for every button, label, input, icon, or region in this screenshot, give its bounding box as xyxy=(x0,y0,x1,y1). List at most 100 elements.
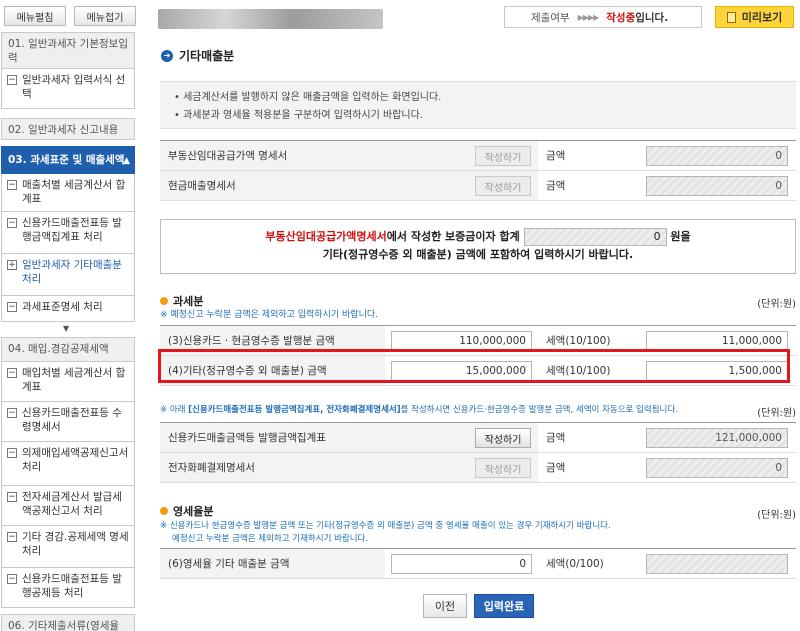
status-suffix: 입니다. xyxy=(635,11,669,24)
document-icon xyxy=(726,11,736,23)
expand-menu-button[interactable]: 메뉴펼침 xyxy=(4,6,66,26)
collapse-menu-button[interactable]: 메뉴접기 xyxy=(74,6,136,26)
sidebar-section-label: 02. 일반과세자 신고내용 xyxy=(8,124,119,136)
amount-label: 금액 xyxy=(546,150,566,162)
e-money-amount-field: 0 xyxy=(646,458,788,478)
table-row: 전자화폐결제명세서 작성하기 금액 0 xyxy=(160,453,796,483)
redacted-title xyxy=(158,9,383,29)
sidebar-section-label: 06. 기타제출서류(영세율 xyxy=(8,620,120,631)
amount-label: 금액 xyxy=(546,180,566,192)
unit-label: (단위:원) xyxy=(757,299,796,310)
page-title-text: 기타매출분 xyxy=(179,49,235,63)
sidebar-item-tax-base-detail[interactable]: − 과세표준명세 처리 xyxy=(1,296,135,322)
scroll-down-arrow-icon[interactable]: ▼ xyxy=(63,324,69,333)
plus-box-icon: + xyxy=(7,260,17,270)
preview-button[interactable]: 미리보기 xyxy=(715,6,794,28)
card-sales-amount-field[interactable]: 110,000,000 xyxy=(391,331,532,351)
cash-write-button[interactable]: 작성하기 xyxy=(475,176,531,196)
minus-box-icon: − xyxy=(7,75,17,85)
card-sales-tax-field[interactable]: 11,000,000 xyxy=(646,331,788,351)
sidebar-item-label: 매입처별 세금계산서 합계표 xyxy=(22,367,126,393)
card-summary-write-button[interactable]: 작성하기 xyxy=(475,428,531,448)
table-row: 신용카드매출금액등 발행금액집계표 작성하기 금액 121,000,000 xyxy=(160,423,796,453)
sidebar-item-sales-invoice-summary[interactable]: − 매출처별 세금계산서 합계표 xyxy=(1,174,135,212)
zero-rate-tax-field xyxy=(646,554,788,574)
unit-label: (단위:원) xyxy=(757,408,796,419)
table-row: 현금매출명세서 작성하기 금액 0 xyxy=(160,171,796,201)
unit-label: (단위:원) xyxy=(757,510,796,521)
sidebar-item-input-form-select[interactable]: − 일반과세자 입력서식 선택 xyxy=(1,69,135,109)
sidebar-section-report-content[interactable]: 02. 일반과세자 신고내용 xyxy=(1,118,135,140)
table-row: (6)영세율 기타 매출분 금액 0 세액(0/100) xyxy=(160,549,796,579)
note-suffix: 를 작성하시면 신용카드·현금영수증 발행분 금액, 세액이 자동으로 입력됩니… xyxy=(400,405,678,415)
info-text-1: 에서 작성한 보증금이자 합계 xyxy=(386,230,520,243)
minus-box-icon: − xyxy=(7,448,17,458)
zero-rate-title: 영세율분 xyxy=(173,505,214,518)
sidebar-item-other-sales[interactable]: + 일반과세자 기타매출분 처리 xyxy=(1,254,135,296)
e-money-write-button[interactable]: 작성하기 xyxy=(475,458,531,478)
card-section-note: ※ 아래 [신용카드매출전표등 발행금액집계표, 전자화폐결제명세서]를 작성하… xyxy=(160,404,720,417)
bullet-icon xyxy=(160,507,168,515)
minus-box-icon: − xyxy=(7,574,17,584)
notice-line-1: • 세금계산서를 발행하지 않은 매출금액을 입력하는 화면입니다. xyxy=(174,92,442,103)
sidebar-item-card-receipt-statement[interactable]: − 신용카드매출전표등 수령명세서 xyxy=(1,402,135,442)
submission-status: 제출여부 ▶▶▶▶ 작성중 입니다. xyxy=(504,6,702,28)
prev-button[interactable]: 이전 xyxy=(423,594,467,618)
sidebar-section-purchase-deduction[interactable]: 04. 매입.경감공제세액 xyxy=(1,337,135,362)
page-title: ➜ 기타매출분 xyxy=(161,47,234,64)
preview-label: 미리보기 xyxy=(741,11,783,24)
sidebar: 메뉴펼침 메뉴접기 01. 일반과세자 기본정보입력 − 일반과세자 입력서식 선… xyxy=(0,0,137,631)
zero-rate-note: ※ 신용카드나 현금영수증 발행분 금액 또는 기타(정규영수증 외 매출분) … xyxy=(160,520,720,546)
sidebar-section-tax-base[interactable]: 03. 과세표준 및 매출세액 ▲ xyxy=(1,146,135,174)
minus-box-icon: − xyxy=(7,180,17,190)
sidebar-section-basic-info[interactable]: 01. 일반과세자 기본정보입력 xyxy=(1,32,135,69)
sidebar-item-label: 신용카드매출전표등 수령명세서 xyxy=(22,407,122,433)
sidebar-item-label: 의제매입세액공제신고서 처리 xyxy=(22,447,129,473)
sidebar-item-label: 일반과세자 기타매출분 처리 xyxy=(22,259,122,285)
sidebar-item-label: 전자세금계산서 발급세액공제신고서 처리 xyxy=(22,491,122,517)
sidebar-item-purchase-invoice-summary[interactable]: − 매입처별 세금계산서 합계표 xyxy=(1,362,135,402)
amount-label: 금액 xyxy=(546,432,566,444)
sidebar-item-card-issue-deduction[interactable]: − 신용카드매출전표등 발행공제등 처리 xyxy=(1,568,135,608)
zero-rate-amount-field[interactable]: 0 xyxy=(391,554,532,574)
deposit-interest-field: 0 xyxy=(523,228,667,246)
complete-button[interactable]: 입력완료 xyxy=(474,594,534,618)
minus-box-icon: − xyxy=(7,218,17,228)
minus-box-icon: − xyxy=(7,368,17,378)
minus-box-icon: − xyxy=(7,302,17,312)
sidebar-item-label: 신용카드매출전표등 발행금액집계표 처리 xyxy=(22,217,122,243)
sidebar-section-label: 03. 과세표준 및 매출세액 xyxy=(8,154,125,166)
amount-label: 금액 xyxy=(546,462,566,474)
sidebar-section-other-docs[interactable]: 06. 기타제출서류(영세율 xyxy=(1,614,135,631)
rental-write-button[interactable]: 작성하기 xyxy=(475,146,531,166)
notice-line-2: • 과세분과 영세율 적용분을 구분하여 입력하시기 바랍니다. xyxy=(174,110,423,121)
status-value: 작성중 xyxy=(606,11,636,24)
sidebar-buttons: 메뉴펼침 메뉴접기 xyxy=(4,6,136,26)
minus-box-icon: − xyxy=(7,408,17,418)
sidebar-item-deemed-purchase[interactable]: − 의제매입세액공제신고서 처리 xyxy=(1,442,135,486)
bullet-icon xyxy=(160,297,168,305)
minus-box-icon: − xyxy=(7,532,17,542)
sidebar-section-label: 01. 일반과세자 기본정보입력 xyxy=(8,38,128,64)
sidebar-item-label: 일반과세자 입력서식 선택 xyxy=(22,74,126,100)
table-row: 부동산임대공급가액 명세서 작성하기 금액 0 xyxy=(160,141,796,171)
sidebar-section-label: 04. 매입.경감공제세액 xyxy=(8,343,109,355)
chevron-up-icon: ▲ xyxy=(123,156,130,166)
zero-rate-heading: 영세율분 xyxy=(160,503,213,519)
taxable-note: ※ 예정신고 누락분 금액은 제외하고 입력하시기 바랍니다. xyxy=(160,310,379,320)
zero-rate-table: (6)영세율 기타 매출분 금액 0 세액(0/100) xyxy=(160,548,796,579)
tax-label: 세액(0/100) xyxy=(546,558,604,570)
sidebar-item-e-invoice-deduction[interactable]: − 전자세금계산서 발급세액공제신고서 처리 xyxy=(1,486,135,526)
info-line-2: 기타(정규영수증 외 매출분) 금액에 포함하여 입력하시기 바랍니다. xyxy=(322,248,634,261)
sidebar-item-label: 기타 경감.공제세액 명세 처리 xyxy=(22,531,129,557)
sidebar-item-other-deduction[interactable]: − 기타 경감.공제세액 명세 처리 xyxy=(1,526,135,568)
zero-rate-note-2: 예정신고 누락분 금액은 제외하고 기재하시기 바랍니다. xyxy=(172,534,369,544)
card-table: 신용카드매출금액등 발행금액집계표 작성하기 금액 121,000,000 전자… xyxy=(160,422,796,483)
sidebar-item-label: 과세표준명세 처리 xyxy=(22,301,103,313)
rental-amount-field: 0 xyxy=(646,146,788,166)
sidebar-item-label: 신용카드매출전표등 발행공제등 처리 xyxy=(22,573,122,599)
sidebar-item-card-sales-summary[interactable]: − 신용카드매출전표등 발행금액집계표 처리 xyxy=(1,212,135,254)
zero-rate-other-label: (6)영세율 기타 매출분 금액 xyxy=(160,549,385,578)
highlight-box xyxy=(158,349,790,383)
sidebar-item-label: 매출처별 세금계산서 합계표 xyxy=(22,179,126,205)
